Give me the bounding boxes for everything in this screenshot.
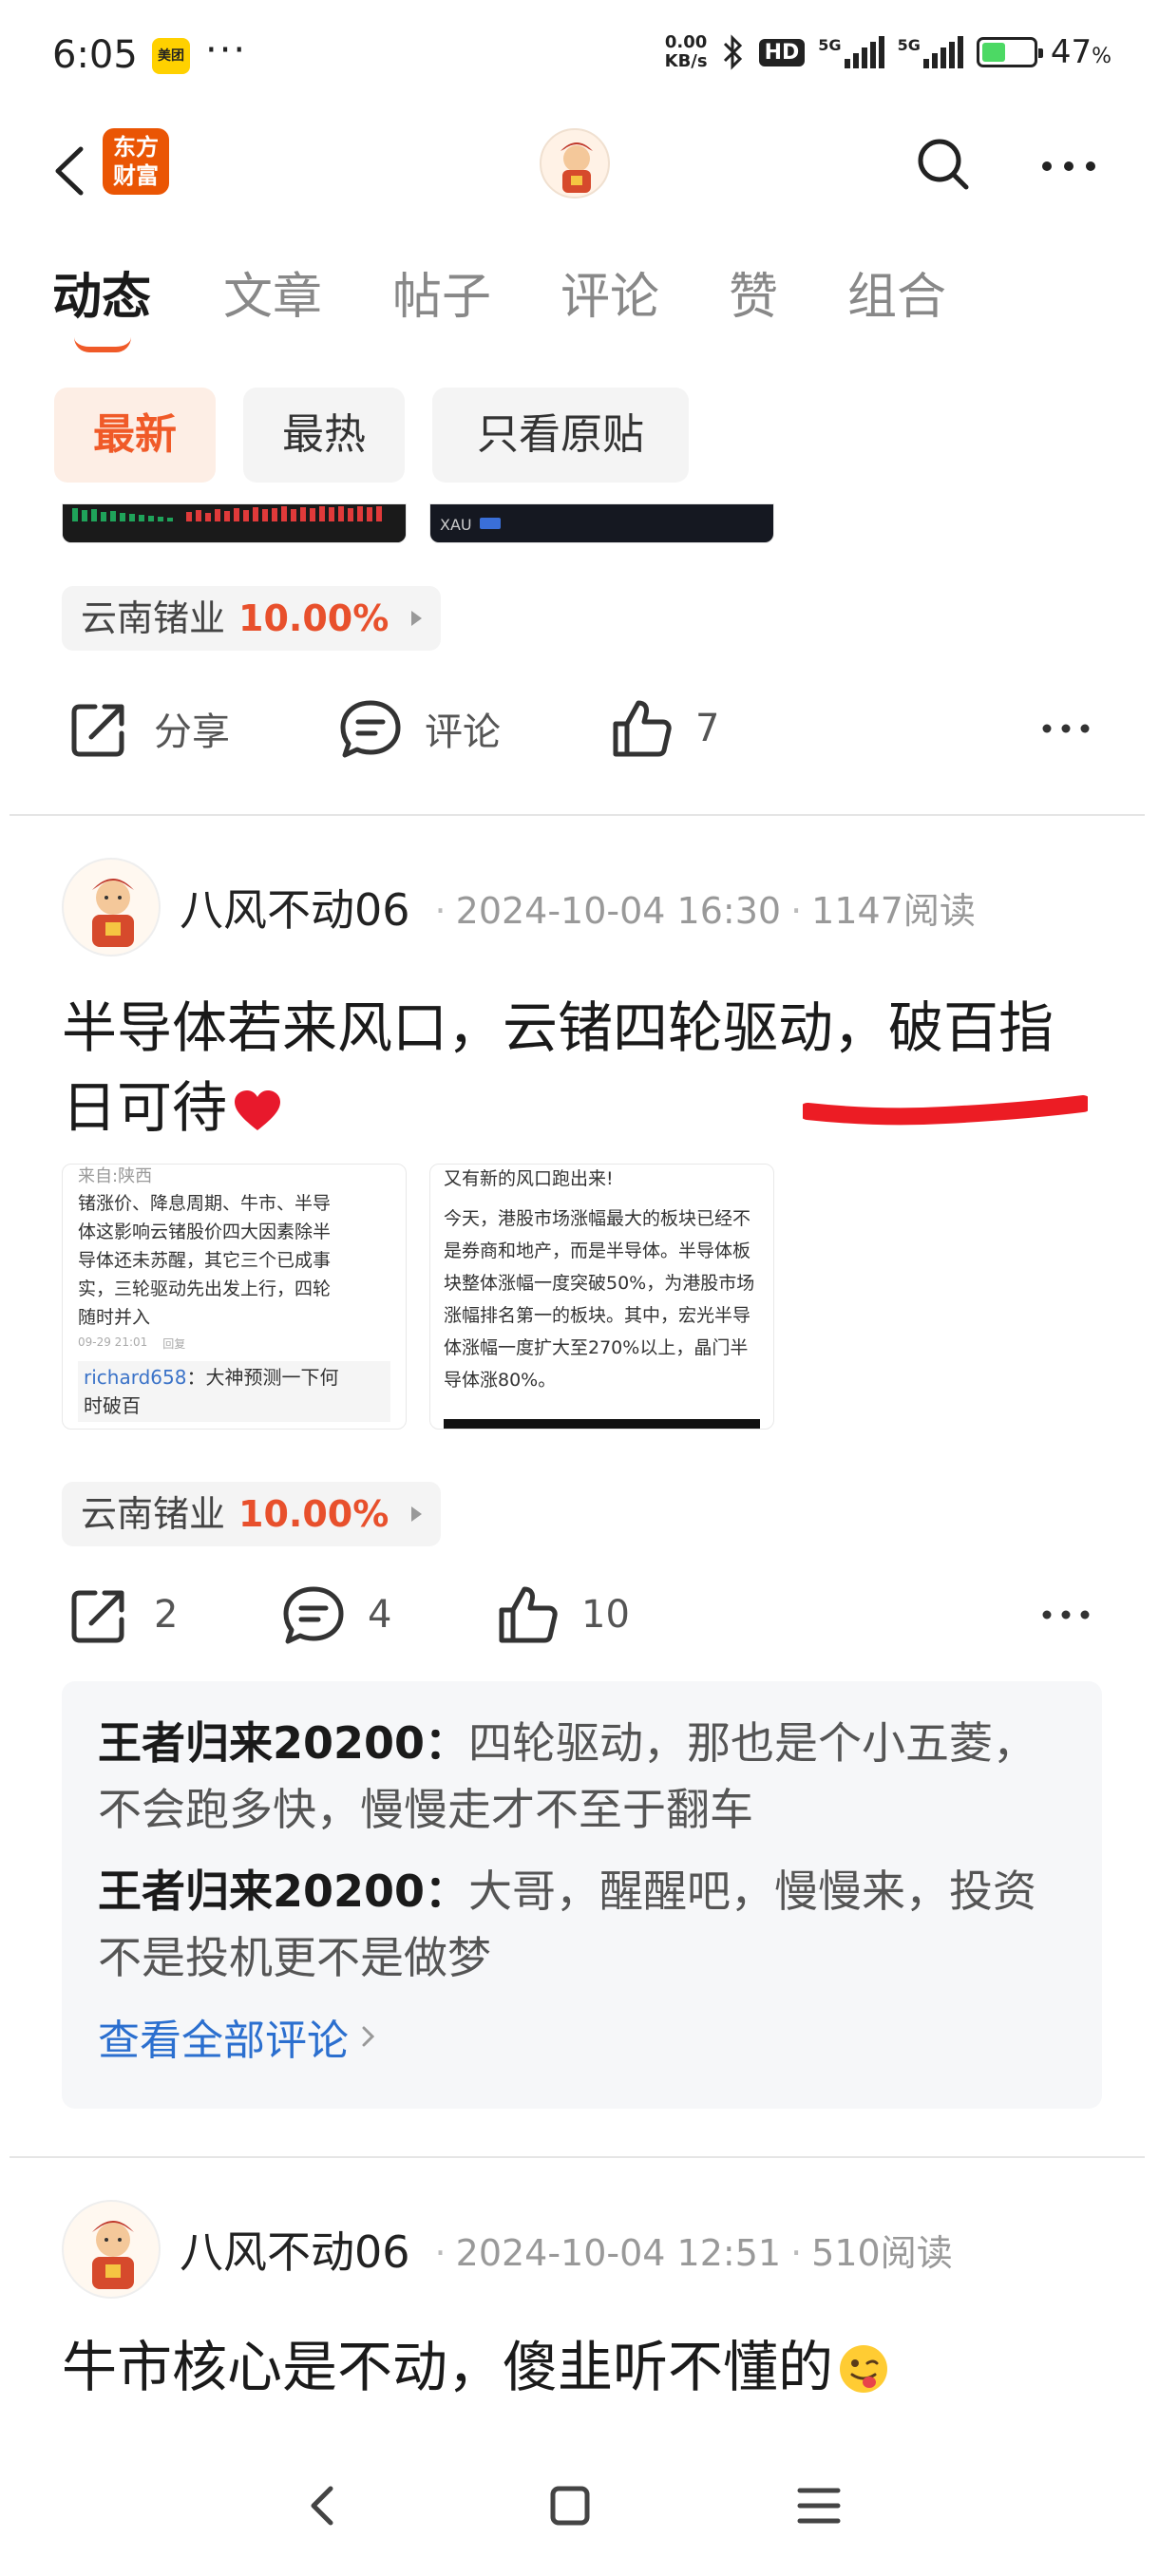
- tab-likes[interactable]: 赞: [729, 256, 778, 328]
- post-more-icon[interactable]: [1039, 1605, 1092, 1624]
- post-divider: [10, 2156, 1145, 2158]
- author-name[interactable]: 八风不动06: [180, 876, 410, 938]
- post-image-1[interactable]: 来自:陕西 锗涨价、降息周期、牛市、半导 体这影响云锗股价四大因素除半 导体还未…: [62, 1164, 407, 1430]
- stock-change: 10.00%: [238, 597, 390, 639]
- stock-tag[interactable]: 云南锗业 10.00%: [62, 1482, 442, 1546]
- thumbs-up-icon: [613, 700, 672, 757]
- tab-comments[interactable]: 评论: [560, 256, 659, 328]
- post-image-2[interactable]: 又有新的风口跑出来! 今天，港股市场涨幅最大的板块已经不 是券商和地产，而是半导…: [429, 1164, 774, 1430]
- post-author-row: 八风不动06 · 2024-10-04 16:30 · 1147阅读: [62, 855, 1107, 959]
- tab-portfolios[interactable]: 组合: [847, 256, 946, 328]
- post-more-icon[interactable]: [1039, 719, 1092, 738]
- status-time: 6:05: [52, 33, 138, 77]
- filter-latest[interactable]: 最新: [54, 388, 216, 483]
- share-button[interactable]: 分享: [66, 695, 230, 762]
- nav-back-icon[interactable]: [294, 2477, 352, 2534]
- post-body[interactable]: 牛市核心是不动，傻韭听不懂的: [62, 2327, 1107, 2407]
- eastmoney-logo: 东方 财富: [103, 128, 169, 195]
- post-image-1[interactable]: [62, 503, 407, 543]
- stock-name: 云南锗业: [81, 597, 226, 639]
- post-meta: · 2024-10-04 16:30 · 1147阅读: [434, 889, 976, 932]
- back-arrow-icon[interactable]: [43, 138, 100, 204]
- signal-icon-1: 5G: [818, 36, 884, 68]
- post-actions: 分享 评论 7: [0, 695, 1159, 781]
- status-icons: 0.00 KB/s HD 5G 5G 47%: [664, 32, 1112, 72]
- post-meta: · 2024-10-04 12:51 · 510阅读: [434, 2231, 953, 2274]
- see-all-comments-link[interactable]: 查看全部评论: [98, 2006, 1066, 2067]
- nav-home-icon[interactable]: [542, 2477, 598, 2534]
- comment-item: 王者归来20200：大哥，醒醒吧，慢慢来，投资不是投机更不是做梦: [98, 1866, 1037, 1983]
- author-avatar[interactable]: [62, 2200, 161, 2299]
- chevron-right-icon: [411, 611, 423, 626]
- top-app-bar: 东方 财富: [0, 119, 1159, 223]
- author-name[interactable]: 八风不动06: [180, 2218, 410, 2281]
- battery-icon: [976, 37, 1043, 67]
- winking-tongue-emoji-icon: [840, 2345, 888, 2393]
- share-button[interactable]: 2: [66, 1582, 178, 1648]
- post-author-row: 八风不动06 · 2024-10-04 12:51 · 510阅读: [62, 2197, 1107, 2301]
- hd-icon: HD: [758, 38, 806, 66]
- comment-button[interactable]: 评论: [337, 695, 501, 762]
- bluetooth-icon: [723, 34, 742, 70]
- comments-preview[interactable]: 王者归来20200：四轮驱动，那也是个小五菱，不会跑多快，慢慢走才不至于翻车 王…: [62, 1681, 1102, 2109]
- like-button[interactable]: 7: [608, 695, 719, 762]
- post-divider: [10, 814, 1145, 816]
- share-icon: [71, 1590, 124, 1643]
- battery-percent: 47%: [1050, 33, 1112, 71]
- red-heart-icon: [235, 1090, 281, 1130]
- author-avatar[interactable]: [62, 858, 161, 957]
- tab-dynamic[interactable]: 动态: [52, 256, 151, 328]
- search-icon[interactable]: [907, 128, 983, 204]
- red-underline-annotation: [803, 1095, 1088, 1126]
- status-bar: 6:05 美团 ··· 0.00 KB/s HD 5G 5G 47%: [0, 0, 1159, 114]
- network-speed: 0.00 KB/s: [664, 32, 708, 71]
- battery-level: [981, 43, 1005, 62]
- profile-tabs: 动态 文章 帖子 评论 赞 组合: [0, 256, 1159, 361]
- post-actions: 2 4 10: [0, 1582, 1159, 1667]
- stock-change: 10.00%: [238, 1493, 390, 1535]
- more-options-icon[interactable]: [1036, 147, 1102, 185]
- chevron-right-icon: [411, 1506, 423, 1522]
- stock-name: 云南锗业: [81, 1493, 226, 1535]
- comment-icon: [340, 700, 401, 758]
- more-notifications-icon: ···: [205, 28, 248, 72]
- stock-tag[interactable]: 云南锗业 10.00%: [62, 586, 442, 651]
- comment-item: 王者归来20200：四轮驱动，那也是个小五菱，不会跑多快，慢慢走才不至于翻车: [98, 1717, 1037, 1835]
- comment-icon: [283, 1586, 344, 1644]
- signal-icon-2: 5G: [898, 36, 963, 68]
- share-icon: [71, 704, 124, 757]
- nav-menu-icon[interactable]: [790, 2477, 847, 2534]
- user-avatar[interactable]: [540, 128, 610, 199]
- meituan-notification-icon: 美团: [152, 38, 190, 74]
- post-image-2[interactable]: XAU: [429, 503, 774, 543]
- tab-articles[interactable]: 文章: [223, 256, 322, 328]
- like-button[interactable]: 10: [494, 1582, 630, 1648]
- comment-button[interactable]: 4: [280, 1582, 391, 1648]
- thumbs-up-icon: [499, 1586, 558, 1643]
- active-tab-indicator: [74, 337, 131, 352]
- tab-posts[interactable]: 帖子: [392, 256, 491, 328]
- filter-original-only[interactable]: 只看原贴: [432, 388, 689, 483]
- system-navigation-bar: [0, 2432, 1159, 2576]
- chevron-right-icon: [362, 2026, 375, 2047]
- filter-hottest[interactable]: 最热: [243, 388, 405, 483]
